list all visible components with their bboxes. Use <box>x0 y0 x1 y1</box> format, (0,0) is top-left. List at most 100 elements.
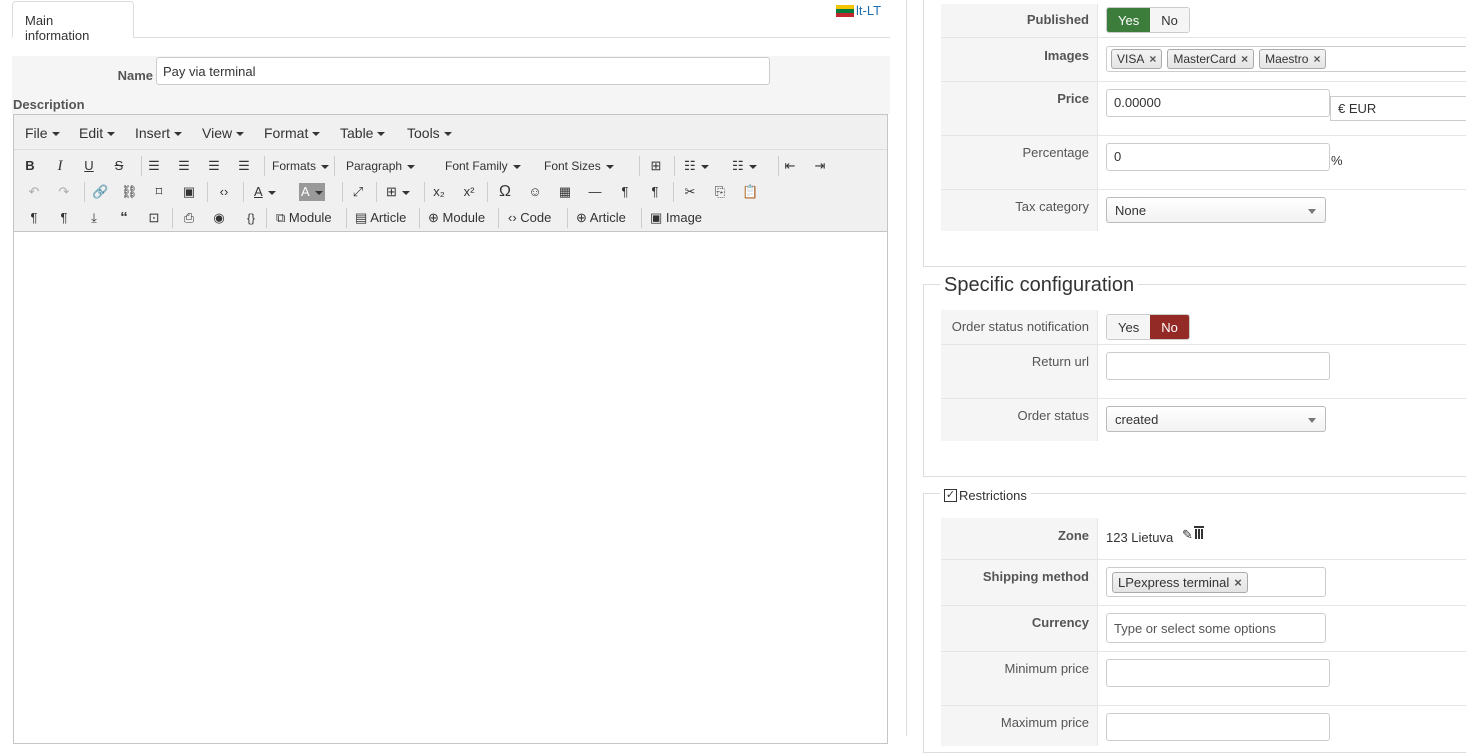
link-icon[interactable]: 🔗 <box>92 181 108 203</box>
emoticon-icon[interactable]: ☺ <box>527 181 543 203</box>
undo-icon[interactable]: ↶ <box>26 181 42 203</box>
module-icon: ⧉ <box>276 210 289 225</box>
article-button-2[interactable]: ⊕ Article <box>576 207 626 229</box>
remove-icon[interactable]: × <box>1149 52 1156 66</box>
percentage-row: Percentage 0 % <box>941 136 1466 190</box>
remove-icon[interactable]: × <box>1313 52 1320 66</box>
module-button-2[interactable]: ⊕ Module <box>428 207 485 229</box>
bold-icon[interactable]: B <box>22 155 38 177</box>
maximum-price-label: Maximum price <box>1000 715 1089 730</box>
visual-aid-icon[interactable]: ⊡ <box>146 207 162 229</box>
published-no[interactable]: No <box>1150 8 1189 32</box>
print-icon[interactable]: ⎙ <box>181 207 197 229</box>
rtl-icon[interactable]: ¶ <box>647 181 663 203</box>
published-yes[interactable]: Yes <box>1107 8 1151 32</box>
ltr-icon[interactable]: ¶ <box>617 181 633 203</box>
align-right-icon[interactable]: ☰ <box>206 155 222 177</box>
code-brackets-icon: ‹› <box>508 210 521 225</box>
shipping-method-multiselect[interactable]: LPexpress terminal × <box>1106 567 1326 597</box>
editor-content-area[interactable] <box>14 233 887 736</box>
currency-select[interactable]: € EUR <box>1330 96 1466 121</box>
preview-icon[interactable]: ◉ <box>211 207 227 229</box>
template-icon[interactable]: ⤓ <box>86 207 102 229</box>
specific-config-title: Specific configuration <box>940 274 1139 297</box>
code-button[interactable]: ‹› Code <box>508 207 551 229</box>
code-sample-icon[interactable]: {} <box>241 207 261 229</box>
code-icon[interactable]: ‹› <box>216 181 232 203</box>
menu-tools[interactable]: Tools <box>407 125 452 141</box>
module-button-1[interactable]: ⧉ Module <box>276 207 332 229</box>
italic-icon[interactable]: I <box>52 155 68 177</box>
underline-icon[interactable]: U <box>81 155 97 177</box>
editor-toolbar: B I U S ☰ ☰ ☰ ☰ Formats Paragraph Font F… <box>14 150 887 232</box>
images-row: Images VISA × MasterCard × Maestro × <box>941 38 1466 82</box>
tax-category-select[interactable]: None <box>1106 197 1326 223</box>
column-divider <box>906 0 907 736</box>
background-color-icon[interactable]: A <box>299 183 325 201</box>
return-url-input[interactable] <box>1106 352 1330 380</box>
superscript-icon[interactable]: x² <box>461 181 477 203</box>
trash-icon[interactable] <box>1194 526 1204 539</box>
indent-icon[interactable]: ⇥ <box>812 155 828 177</box>
remove-icon[interactable]: × <box>1241 52 1248 66</box>
text-color-icon[interactable]: A <box>254 181 276 203</box>
published-toggle[interactable]: Yes No <box>1106 7 1190 33</box>
menu-edit[interactable]: Edit <box>79 125 115 141</box>
article-button-1[interactable]: ▤ Article <box>355 207 406 229</box>
find-replace-icon[interactable]: ⊞ <box>648 155 664 177</box>
horizontal-rule-icon[interactable]: — <box>587 181 603 203</box>
order-status-row: Order status created <box>941 399 1466 441</box>
formats-dropdown[interactable]: Formats <box>272 155 329 177</box>
font-sizes-dropdown[interactable]: Font Sizes <box>544 155 614 177</box>
special-char-icon[interactable]: Ω <box>497 181 513 203</box>
price-input[interactable]: 0.00000 <box>1106 89 1330 117</box>
redo-icon[interactable]: ↷ <box>56 181 72 203</box>
menu-file[interactable]: File <box>25 125 60 141</box>
maximum-price-input[interactable] <box>1106 713 1330 741</box>
unlink-icon[interactable]: ⛓ <box>121 181 138 203</box>
percentage-input[interactable]: 0 <box>1106 143 1330 171</box>
tab-main-information[interactable]: Main information <box>12 1 134 43</box>
cut-icon[interactable]: ✂ <box>682 181 698 203</box>
menu-view[interactable]: View <box>202 125 244 141</box>
order-status-select[interactable]: created <box>1106 406 1326 432</box>
paste-icon[interactable]: 📋 <box>742 181 758 203</box>
paragraph-dropdown[interactable]: Paragraph <box>346 155 428 177</box>
notification-yes[interactable]: Yes <box>1107 315 1151 339</box>
copy-icon[interactable]: ⎘ <box>712 181 728 203</box>
media-icon[interactable]: ▦ <box>557 181 573 203</box>
subscript-icon[interactable]: x₂ <box>431 181 447 203</box>
minimum-price-row: Minimum price <box>941 652 1466 706</box>
table-icon[interactable]: ⊞ <box>386 181 410 203</box>
bookmark-icon[interactable]: ⌑ <box>151 181 167 203</box>
menu-table[interactable]: Table <box>340 125 385 141</box>
outdent-icon[interactable]: ⇤ <box>782 155 798 177</box>
numbered-list-icon[interactable]: ☷ <box>732 155 757 177</box>
font-family-dropdown[interactable]: Font Family <box>445 155 521 177</box>
align-center-icon[interactable]: ☰ <box>176 155 192 177</box>
image-icon[interactable]: ▣ <box>181 181 197 203</box>
align-left-icon[interactable]: ☰ <box>146 155 162 177</box>
images-multiselect[interactable]: VISA × MasterCard × Maestro × <box>1106 46 1466 72</box>
show-blocks-icon[interactable]: ¶ <box>26 207 42 229</box>
image-button[interactable]: ▣ Image <box>650 207 702 229</box>
menu-insert[interactable]: Insert <box>135 125 182 141</box>
restrictions-checkbox[interactable]: ✓ <box>944 489 957 502</box>
notification-no[interactable]: No <box>1150 315 1189 339</box>
name-label: Name <box>117 68 153 83</box>
bullet-list-icon[interactable]: ☷ <box>684 155 709 177</box>
edit-pencil-icon[interactable]: ✎ <box>1182 527 1193 543</box>
fullscreen-icon[interactable]: ⤢ <box>350 181 366 203</box>
align-justify-icon[interactable]: ☰ <box>236 155 252 177</box>
shipping-method-label: Shipping method <box>982 569 1089 584</box>
name-input[interactable]: Pay via terminal <box>156 57 770 85</box>
minimum-price-input[interactable] <box>1106 659 1330 687</box>
visual-chars-icon[interactable]: ¶ <box>56 207 72 229</box>
strikethrough-icon[interactable]: S <box>111 155 127 177</box>
menu-format[interactable]: Format <box>264 125 320 141</box>
currency-multiselect[interactable]: Type or select some options <box>1106 613 1326 643</box>
language-indicator[interactable]: lt-LT <box>836 3 881 18</box>
remove-icon[interactable]: × <box>1234 575 1242 590</box>
blockquote-icon[interactable]: “ <box>116 207 132 229</box>
order-status-notification-toggle[interactable]: Yes No <box>1106 314 1190 340</box>
